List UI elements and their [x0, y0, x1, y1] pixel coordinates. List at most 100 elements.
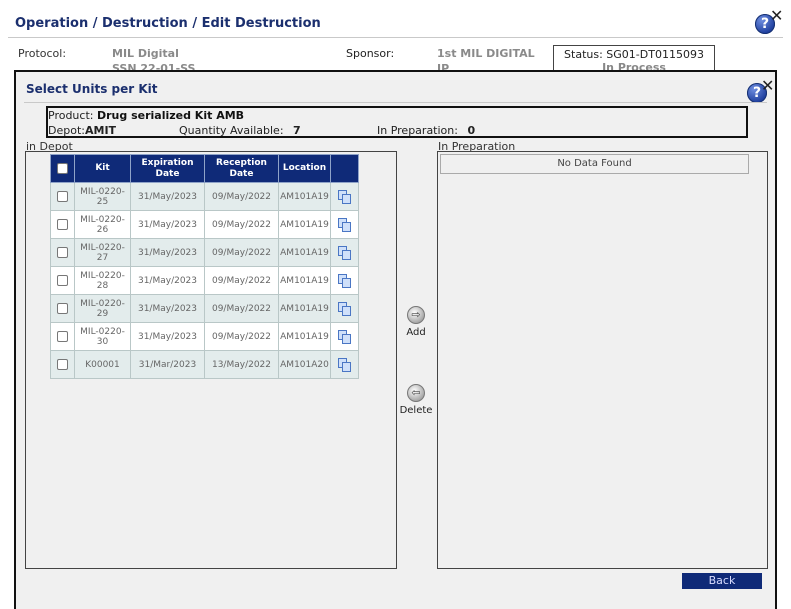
qty-value: 7: [293, 124, 301, 137]
sponsor-value: 1st MIL DIGITAL: [437, 47, 535, 60]
expiration-cell: 31/May/2023: [130, 294, 205, 323]
status-id: Status: SG01-DT0115093: [564, 48, 704, 61]
product-line: Product: Drug serialized Kit AMB: [48, 109, 244, 122]
details-cell[interactable]: [330, 350, 359, 379]
kit-cell: MIL-0220-29: [74, 294, 131, 323]
divider: [8, 37, 783, 38]
kits-table: Kit Expiration Date Reception Date Locat…: [50, 154, 359, 379]
table-row[interactable]: MIL-0220-28 31/May/2023 09/May/2022 AM10…: [50, 266, 359, 295]
copy-document-icon[interactable]: [338, 245, 351, 260]
location-cell: AM101A19: [278, 182, 331, 211]
reception-cell: 09/May/2022: [204, 322, 279, 351]
close-icon[interactable]: ✕: [770, 8, 783, 24]
details-cell[interactable]: [330, 238, 359, 267]
dialog-title: Select Units per Kit: [26, 82, 158, 96]
row-checkbox[interactable]: [57, 359, 68, 370]
in-preparation-panel[interactable]: No Data Found: [437, 151, 768, 569]
row-select-cell[interactable]: [50, 322, 75, 351]
row-select-cell[interactable]: [50, 182, 75, 211]
copy-document-icon[interactable]: [338, 357, 351, 372]
status-badge: Status: SG01-DT0115093 In Process: [553, 45, 715, 74]
details-cell[interactable]: [330, 210, 359, 239]
clipped-left-value: SSN 22-01-SS: [112, 62, 196, 70]
details-cell[interactable]: [330, 182, 359, 211]
row-checkbox[interactable]: [57, 275, 68, 286]
row-select-cell[interactable]: [50, 294, 75, 323]
table-row[interactable]: K00001 31/Mar/2023 13/May/2022 AM101A20: [50, 350, 359, 379]
expiration-date-header[interactable]: Expiration Date: [130, 154, 205, 183]
details-cell[interactable]: [330, 322, 359, 351]
location-cell: AM101A19: [278, 266, 331, 295]
reception-cell: 09/May/2022: [204, 266, 279, 295]
kit-cell: MIL-0220-25: [74, 182, 131, 211]
copy-document-icon[interactable]: [338, 189, 351, 204]
arrow-right-icon[interactable]: ⇨: [407, 306, 425, 324]
no-data-message: No Data Found: [440, 154, 749, 174]
location-header[interactable]: Location: [278, 154, 331, 183]
add-button[interactable]: ⇨ Add: [396, 306, 436, 338]
kit-cell: MIL-0220-26: [74, 210, 131, 239]
table-header-row: Kit Expiration Date Reception Date Locat…: [50, 154, 359, 183]
arrow-left-icon[interactable]: ⇦: [407, 384, 425, 402]
select-all-header[interactable]: [50, 154, 75, 183]
table-row[interactable]: MIL-0220-29 31/May/2023 09/May/2022 AM10…: [50, 294, 359, 323]
protocol-value: MIL Digital: [112, 47, 179, 60]
row-checkbox[interactable]: [57, 303, 68, 314]
row-checkbox[interactable]: [57, 191, 68, 202]
back-button[interactable]: Back: [682, 573, 762, 589]
reception-cell: 09/May/2022: [204, 238, 279, 267]
row-checkbox[interactable]: [57, 331, 68, 342]
location-cell: AM101A19: [278, 294, 331, 323]
prep-label: In Preparation:: [377, 124, 458, 137]
expiration-cell: 31/May/2023: [130, 182, 205, 211]
expiration-cell: 31/May/2023: [130, 210, 205, 239]
details-cell[interactable]: [330, 294, 359, 323]
expiration-cell: 31/May/2023: [130, 266, 205, 295]
reception-cell: 09/May/2022: [204, 210, 279, 239]
expiration-cell: 31/Mar/2023: [130, 350, 205, 379]
protocol-field: Protocol:: [18, 47, 66, 60]
select-all-checkbox[interactable]: [57, 162, 68, 174]
reception-date-header[interactable]: Reception Date: [204, 154, 279, 183]
row-checkbox[interactable]: [57, 219, 68, 230]
qty-label: Quantity Available:: [179, 124, 284, 137]
row-select-cell[interactable]: [50, 238, 75, 267]
kit-cell: MIL-0220-27: [74, 238, 131, 267]
divider: [24, 102, 767, 103]
expiration-cell: 31/May/2023: [130, 322, 205, 351]
protocol-label: Protocol:: [18, 47, 67, 60]
page-title: Operation / Destruction / Edit Destructi…: [15, 16, 321, 31]
table-row[interactable]: MIL-0220-27 31/May/2023 09/May/2022 AM10…: [50, 238, 359, 267]
table-row[interactable]: MIL-0220-26 31/May/2023 09/May/2022 AM10…: [50, 210, 359, 239]
action-header: [330, 154, 359, 183]
row-select-cell[interactable]: [50, 350, 75, 379]
kit-cell: MIL-0220-30: [74, 322, 131, 351]
copy-document-icon[interactable]: [338, 329, 351, 344]
location-cell: AM101A20: [278, 350, 331, 379]
details-cell[interactable]: [330, 266, 359, 295]
depot-label: Depot:: [48, 124, 85, 137]
location-cell: AM101A19: [278, 322, 331, 351]
delete-button[interactable]: ⇦ Delete: [396, 384, 436, 416]
in-depot-panel[interactable]: Kit Expiration Date Reception Date Locat…: [25, 151, 397, 569]
kit-cell: K00001: [74, 350, 131, 379]
kit-header[interactable]: Kit: [74, 154, 131, 183]
reception-cell: 09/May/2022: [204, 294, 279, 323]
depot-value: AMIT: [84, 124, 117, 137]
prep-line: In Preparation: 0: [377, 124, 475, 137]
row-checkbox[interactable]: [57, 247, 68, 258]
product-value: Drug serialized Kit AMB: [96, 109, 245, 122]
row-select-cell[interactable]: [50, 210, 75, 239]
table-row[interactable]: MIL-0220-30 31/May/2023 09/May/2022 AM10…: [50, 322, 359, 351]
copy-document-icon[interactable]: [338, 217, 351, 232]
add-label[interactable]: Add: [406, 327, 425, 338]
close-icon[interactable]: ✕: [761, 78, 774, 94]
table-row[interactable]: MIL-0220-25 31/May/2023 09/May/2022 AM10…: [50, 182, 359, 211]
copy-document-icon[interactable]: [338, 301, 351, 316]
delete-label[interactable]: Delete: [400, 405, 433, 416]
location-cell: AM101A19: [278, 238, 331, 267]
row-select-cell[interactable]: [50, 266, 75, 295]
reception-cell: 09/May/2022: [204, 182, 279, 211]
kit-cell: MIL-0220-28: [74, 266, 131, 295]
copy-document-icon[interactable]: [338, 273, 351, 288]
